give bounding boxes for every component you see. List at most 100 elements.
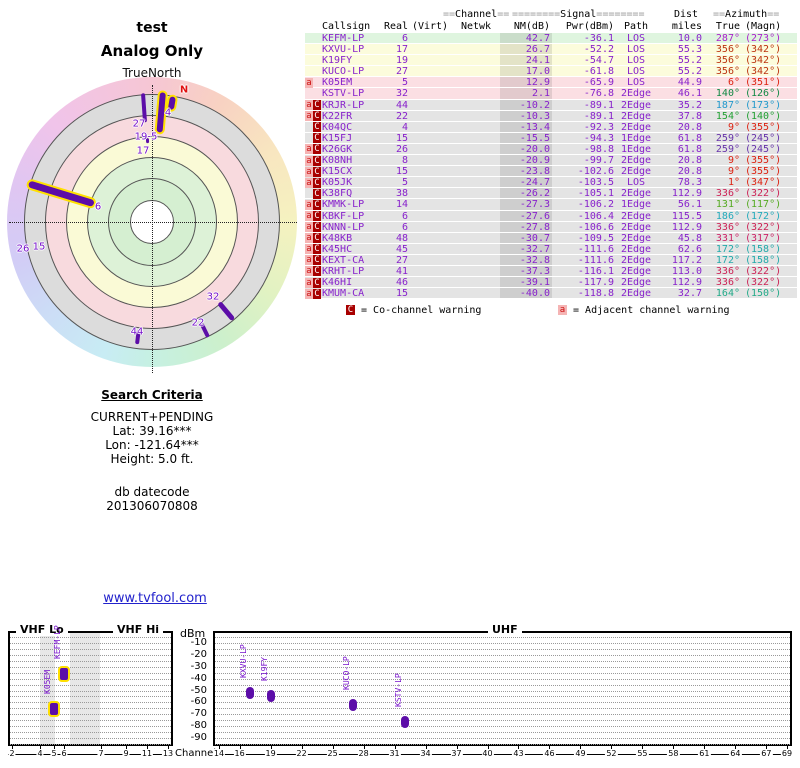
adjacent-warning-marker: a [305, 277, 313, 288]
db-gridline [215, 732, 790, 734]
real-channel-cell: 15 [395, 166, 408, 178]
real-channel-cell: 27 [395, 254, 408, 266]
nm-db-cell: 26.7 [500, 44, 552, 55]
channel-tick-label: 9 [122, 749, 130, 758]
callsign-cell: K05EM [322, 77, 353, 89]
co-warning-marker: C [313, 199, 321, 210]
adjacent-warning-cell: a [305, 277, 313, 288]
nm-db-cell: -10.3 [500, 110, 552, 122]
magn-azimuth-cell: (322°) [745, 277, 782, 289]
magn-azimuth-cell: (245°) [745, 132, 782, 144]
pwr-dbm-cell: -36.1 [583, 33, 614, 44]
nm-db-cell: -27.6 [500, 210, 552, 222]
adjacent-warning-cell: a [305, 177, 313, 188]
channel-tick-label: 25 [326, 749, 339, 758]
adjacent-warning-marker: a [305, 144, 313, 155]
co-warning-marker: C [313, 211, 321, 221]
dist-miles-cell: 37.8 [677, 110, 702, 122]
polar-label-44: 44 [130, 326, 144, 338]
nm-db-cell: -39.1 [500, 277, 552, 288]
nm-db-cell: -32.7 [500, 243, 552, 255]
adjacent-warning-cell: a [305, 77, 313, 88]
real-channel-cell: 15 [395, 132, 408, 144]
adjacent-warning-marker: a [305, 177, 313, 188]
report-title: test [136, 20, 168, 36]
virt-channel-cell [408, 188, 452, 198]
virt-channel-cell [408, 155, 452, 165]
search-criteria: Search Criteria CURRENT+PENDING Lat: 39.… [27, 388, 277, 466]
magn-azimuth-cell: (173°) [745, 99, 782, 111]
db-gridline [215, 648, 790, 650]
db-gridline [10, 726, 171, 728]
latitude: Lat: 39.16*** [112, 424, 192, 438]
table-row: C K15FJ 15 -15.5 -94.3 1Edge 61.8 259° (245°) [305, 132, 797, 144]
group-header-dist: Dist [674, 9, 699, 20]
virt-channel-cell [408, 211, 452, 221]
true-azimuth-cell: 172° [715, 243, 740, 255]
path-cell: 2Edge [620, 243, 652, 255]
magn-azimuth-cell: (342°) [745, 66, 782, 78]
group-header-channel: ==Channel== [443, 9, 510, 20]
co-warning-cell [313, 88, 321, 98]
tvfool-link[interactable]: www.tvfool.com [100, 591, 210, 606]
co-warning-marker: C [313, 166, 321, 177]
signal-table: ==Channel== ========Signal======== Dist ==A… [305, 9, 797, 300]
pwr-dbm-cell: -105.1 [577, 188, 614, 200]
callsign-cell: K05JK [322, 177, 353, 189]
callsign-cell: KEFM-LP [322, 33, 365, 44]
strength-label-kxvu-lp: KXVU-LP [238, 644, 248, 679]
pwr-dbm-cell: -106.4 [577, 210, 614, 222]
nm-db-cell: -24.7 [500, 177, 552, 188]
co-warning-cell [313, 77, 321, 87]
callsign-cell: KXVU-LP [322, 44, 365, 56]
true-azimuth-cell: 6° [727, 77, 740, 89]
path-cell: LOS [626, 33, 646, 44]
db-axis-tick: -40 [190, 672, 207, 684]
db-gridline [215, 672, 790, 674]
network-cell [452, 188, 500, 198]
dist-miles-cell: 61.8 [677, 132, 702, 144]
virt-channel-cell [408, 55, 452, 65]
channel-tick-label: 5 [50, 749, 58, 758]
network-cell [452, 77, 500, 87]
pwr-dbm-cell: -52.2 [583, 44, 614, 56]
search-mode: CURRENT+PENDING [90, 410, 214, 424]
true-azimuth-cell: 140° [715, 88, 740, 100]
network-cell [452, 266, 500, 276]
adjacent-warning-cell [305, 33, 313, 43]
adjacent-warning-marker: a [305, 233, 313, 244]
adjacent-warning-cell [305, 133, 313, 143]
real-channel-cell: 8 [401, 155, 408, 167]
true-azimuth-cell: 186° [715, 210, 740, 222]
tvfool-report: test Analog Only TrueNorth N 4 27 19-5 17 6 26… [0, 0, 800, 768]
pwr-dbm-cell: -109.5 [577, 232, 614, 244]
co-warning-marker: C [313, 222, 321, 233]
nm-db-cell: -23.8 [500, 166, 552, 177]
channel-tick-label: 67 [760, 749, 773, 758]
path-cell: 2Edge [620, 121, 652, 133]
real-channel-cell: 5 [401, 177, 408, 189]
true-azimuth-cell: 336° [715, 188, 740, 200]
magn-azimuth-cell: (245°) [745, 143, 782, 155]
pwr-dbm-cell: -89.1 [583, 110, 614, 122]
db-gridline [10, 696, 171, 698]
polar-bars-layer: N 4 27 19-5 17 6 26 15 32 22 44 [7, 77, 297, 367]
real-channel-cell: 46 [395, 277, 408, 289]
adjacent-channel-legend: a = Adjacent channel warning [558, 305, 730, 316]
db-datecode-value: 201306070808 [106, 499, 198, 513]
uhf-label: UHF [488, 623, 522, 636]
nm-db-cell: -20.9 [500, 155, 552, 166]
db-gridline [215, 696, 790, 698]
adjacent-warning-cell [305, 88, 313, 98]
dist-miles-cell: 35.2 [677, 99, 702, 111]
pwr-dbm-cell: -98.8 [583, 143, 614, 155]
col-real: Real [384, 21, 409, 32]
co-channel-legend-text: = Co-channel warning [355, 305, 482, 316]
callsign-cell: K38FQ [322, 188, 353, 200]
db-datecode-label: db datecode [114, 485, 190, 499]
adjacent-warning-marker: a [305, 100, 313, 111]
path-cell: 2Edge [620, 277, 652, 289]
db-gridline [215, 684, 790, 686]
adjacent-warning-cell: a [305, 166, 313, 177]
true-azimuth-cell: 164° [715, 288, 740, 300]
